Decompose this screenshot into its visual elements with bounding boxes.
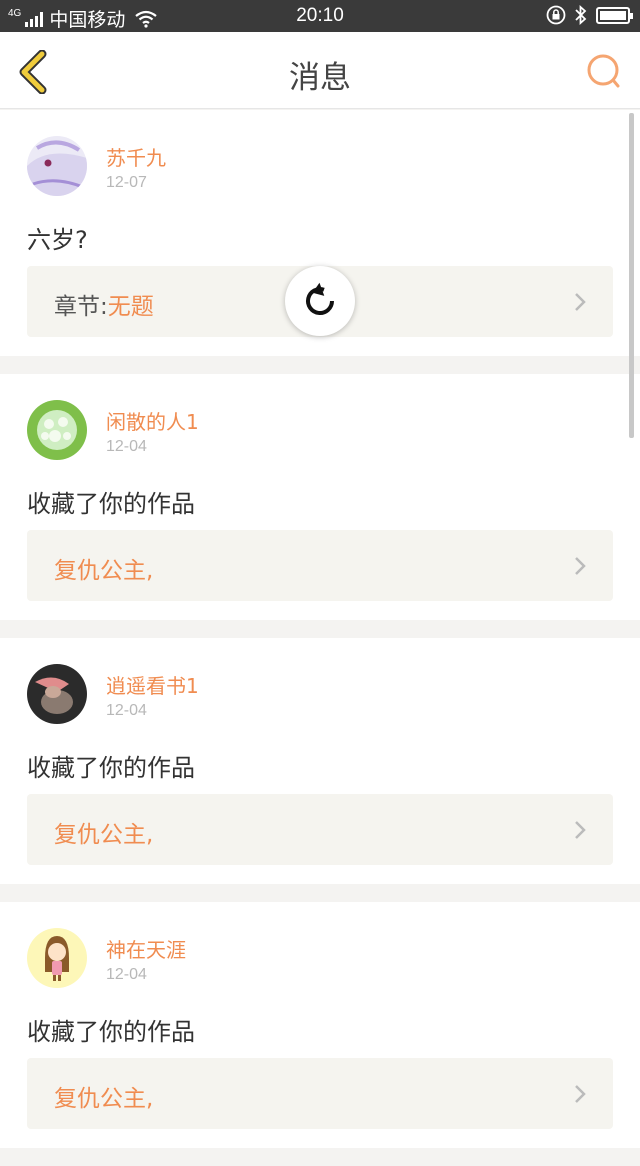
status-bar: 4G 中国移动 20:10: [0, 0, 640, 32]
nav-bar: 消息: [0, 32, 640, 109]
refresh-icon: [306, 282, 334, 315]
message-date: 12-04: [106, 438, 147, 455]
message-date: 12-04: [106, 966, 147, 983]
message-date: 12-07: [106, 174, 147, 191]
message-text: 收藏了你的作品: [27, 754, 195, 782]
reference-link[interactable]: 复仇公主,: [27, 530, 613, 601]
chevron-right-icon: [575, 821, 586, 839]
chevron-right-icon: [575, 293, 586, 311]
username[interactable]: 苏千九: [106, 142, 166, 171]
bluetooth-icon: [575, 5, 587, 25]
avatar[interactable]: [27, 928, 87, 988]
message-text: 六岁?: [27, 226, 88, 254]
username[interactable]: 逍遥看书1: [106, 670, 199, 699]
rotation-lock-icon: [546, 5, 566, 25]
message-text: 收藏了你的作品: [27, 490, 195, 518]
message-date: 12-04: [106, 702, 147, 719]
scrollbar[interactable]: [629, 113, 634, 438]
avatar[interactable]: [27, 664, 87, 724]
reference-title: 复仇公主,: [54, 1086, 154, 1112]
chevron-right-icon: [575, 1085, 586, 1103]
reference-link[interactable]: 复仇公主,: [27, 794, 613, 865]
page-title: 消息: [289, 60, 351, 96]
battery-icon: [596, 6, 633, 24]
username[interactable]: 闲散的人1: [106, 406, 199, 435]
chevron-right-icon: [575, 557, 586, 575]
message-text: 收藏了你的作品: [27, 1018, 195, 1046]
avatar[interactable]: [27, 136, 87, 196]
reference-link[interactable]: 复仇公主,: [27, 1058, 613, 1129]
message-card: 闲散的人1 12-04 收藏了你的作品 复仇公主,: [0, 374, 640, 620]
status-time: 20:10: [296, 5, 344, 26]
reference-label: 章节:: [54, 294, 108, 320]
message-card: 逍遥看书1 12-04 收藏了你的作品 复仇公主,: [0, 638, 640, 884]
avatar[interactable]: [27, 400, 87, 460]
reference-title: 复仇公主,: [54, 822, 154, 848]
search-icon[interactable]: [584, 52, 624, 92]
refresh-indicator: [285, 266, 355, 336]
username[interactable]: 神在天涯: [106, 934, 186, 963]
message-card: 神在天涯 12-04 收藏了你的作品 复仇公主,: [0, 902, 640, 1148]
reference-title: 复仇公主,: [54, 558, 154, 584]
reference-title: 无题: [107, 294, 154, 320]
